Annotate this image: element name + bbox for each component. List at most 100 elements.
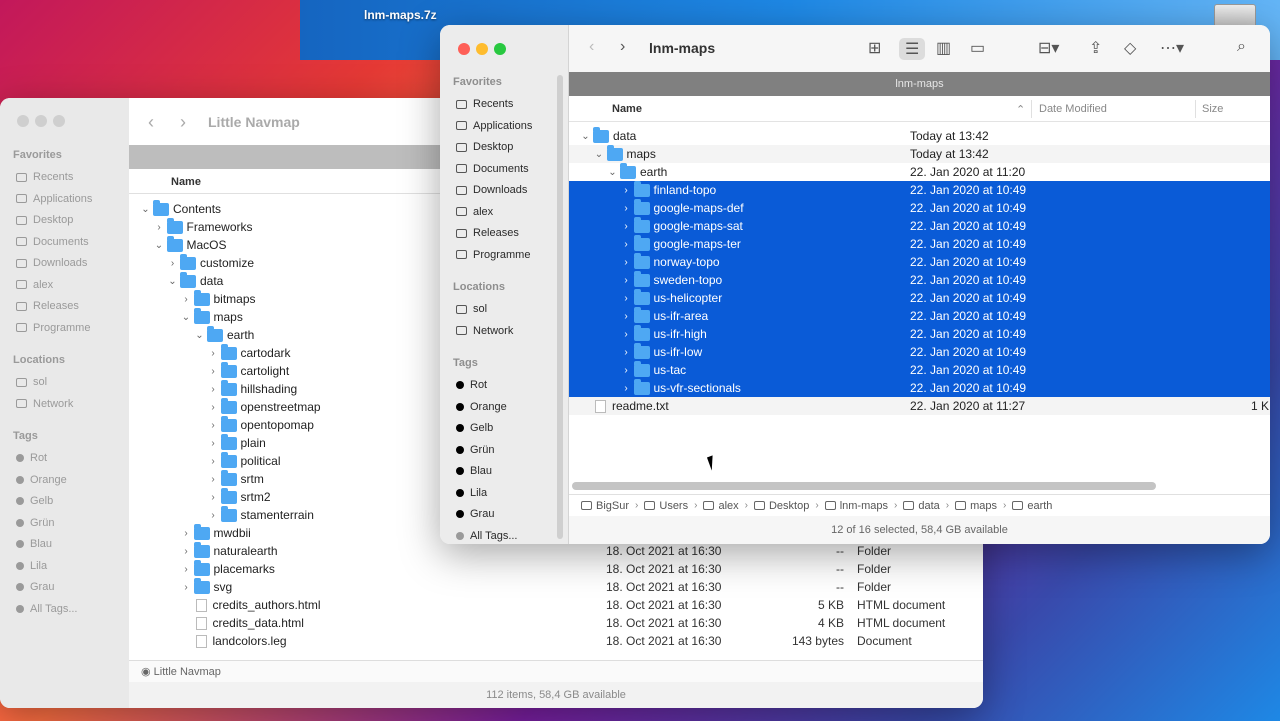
list-item[interactable]: › bitmaps: [182, 289, 256, 308]
list-item[interactable]: › us-helicopter 22. Jan 2020 at 10:49: [569, 288, 1270, 307]
chevron-right-icon[interactable]: ›: [622, 185, 631, 196]
list-item[interactable]: › svg: [182, 577, 232, 596]
sidebar-item[interactable]: Grau: [456, 508, 494, 520]
chevron-right-icon[interactable]: ›: [622, 203, 631, 214]
sidebar-item[interactable]: alex: [16, 279, 53, 291]
list-item[interactable]: › finland-topo 22. Jan 2020 at 10:49: [569, 180, 1270, 199]
chevron-right-icon[interactable]: ›: [209, 492, 218, 503]
list-item[interactable]: ⌄ MacOS: [155, 235, 227, 254]
sidebar-item[interactable]: Orange: [456, 401, 507, 413]
back-nav-icon[interactable]: ‹: [148, 112, 154, 133]
sidebar-item[interactable]: Grün: [456, 444, 494, 456]
zoom-button-back[interactable]: [53, 115, 65, 127]
chevron-right-icon[interactable]: ›: [209, 348, 218, 359]
chevron-right-icon[interactable]: ›: [182, 582, 191, 593]
sidebar-item[interactable]: Orange: [16, 474, 67, 486]
column-size[interactable]: Size: [1202, 103, 1223, 115]
list-item[interactable]: › srtm: [209, 469, 264, 488]
sidebar-item[interactable]: Rot: [16, 452, 47, 464]
chevron-right-icon[interactable]: ›: [622, 221, 631, 232]
more-actions-icon[interactable]: ⋯▾: [1160, 38, 1184, 58]
icon-view-icon[interactable]: ⊞: [868, 38, 881, 58]
list-item[interactable]: › customize: [168, 253, 254, 272]
chevron-down-icon[interactable]: ⌄: [608, 167, 617, 178]
list-item[interactable]: ⌄ data Today at 13:42: [569, 126, 1270, 145]
desktop-file-label[interactable]: lnm-maps.7z: [364, 8, 437, 22]
sort-chevron-icon[interactable]: ⌃: [1016, 103, 1025, 116]
list-item[interactable]: › us-ifr-low 22. Jan 2020 at 10:49: [569, 342, 1270, 361]
close-button-back[interactable]: [17, 115, 29, 127]
sidebar-item[interactable]: Recents: [456, 98, 513, 110]
sidebar-item[interactable]: All Tags...: [16, 603, 78, 615]
list-item[interactable]: ⌄ earth: [195, 325, 254, 344]
back-nav-icon[interactable]: ‹: [589, 38, 594, 56]
sidebar-item[interactable]: Rot: [456, 379, 487, 391]
list-view-icon[interactable]: ☰: [899, 38, 926, 60]
chevron-right-icon[interactable]: ›: [622, 239, 631, 250]
sidebar-item[interactable]: Downloads: [456, 184, 527, 196]
list-item[interactable]: › google-maps-sat 22. Jan 2020 at 10:49: [569, 216, 1270, 235]
tab-lnm-maps[interactable]: lnm-maps: [569, 72, 1270, 96]
sidebar-item[interactable]: Releases: [456, 227, 519, 239]
path-item[interactable]: Users: [644, 500, 688, 512]
chevron-right-icon[interactable]: ›: [168, 258, 177, 269]
chevron-right-icon[interactable]: ›: [622, 329, 631, 340]
list-item[interactable]: › plain: [209, 433, 266, 452]
sidebar-item[interactable]: Documents: [456, 163, 529, 175]
list-item[interactable]: credits_authors.html: [182, 596, 321, 614]
chevron-right-icon[interactable]: ›: [622, 293, 631, 304]
path-item[interactable]: Desktop: [753, 500, 809, 512]
column-name[interactable]: Name: [171, 176, 201, 188]
sidebar-item[interactable]: Programme: [16, 322, 90, 334]
sidebar-item[interactable]: Lila: [16, 560, 47, 572]
sidebar-item[interactable]: Blau: [16, 538, 52, 550]
list-item[interactable]: › political: [209, 451, 281, 470]
chevron-right-icon[interactable]: ›: [209, 438, 218, 449]
chevron-right-icon[interactable]: ›: [209, 420, 218, 431]
path-item[interactable]: data: [903, 500, 940, 512]
minimize-button[interactable]: [476, 43, 488, 55]
chevron-down-icon[interactable]: ⌄: [182, 312, 191, 323]
forward-nav-icon[interactable]: ›: [180, 112, 186, 133]
chevron-down-icon[interactable]: ⌄: [141, 204, 150, 215]
list-item[interactable]: › us-ifr-high 22. Jan 2020 at 10:49: [569, 324, 1270, 343]
list-item[interactable]: › Frameworks: [155, 217, 253, 236]
tag-icon[interactable]: ◇: [1124, 38, 1136, 58]
list-item[interactable]: credits_data.html: [182, 614, 304, 632]
list-item[interactable]: › cartodark: [209, 343, 291, 362]
share-icon[interactable]: ⇪: [1089, 38, 1102, 58]
list-item[interactable]: › google-maps-ter 22. Jan 2020 at 10:49: [569, 234, 1270, 253]
chevron-right-icon[interactable]: ›: [622, 311, 631, 322]
path-item[interactable]: maps: [955, 500, 997, 512]
list-item[interactable]: › opentopomap: [209, 415, 314, 434]
list-item[interactable]: › placemarks: [182, 559, 275, 578]
chevron-right-icon[interactable]: ›: [182, 546, 191, 557]
list-item[interactable]: › us-ifr-area 22. Jan 2020 at 10:49: [569, 306, 1270, 325]
path-item[interactable]: earth: [1012, 500, 1052, 512]
list-item[interactable]: › us-tac 22. Jan 2020 at 10:49: [569, 360, 1270, 379]
list-item[interactable]: › openstreetmap: [209, 397, 321, 416]
chevron-right-icon[interactable]: ›: [182, 564, 191, 575]
path-item[interactable]: BigSur: [581, 500, 629, 512]
finder-window-front[interactable]: Favorites Recents Applications Desktop Docum…: [440, 25, 1270, 544]
sidebar-item[interactable]: Grau: [16, 581, 54, 593]
chevron-right-icon[interactable]: ›: [155, 222, 164, 233]
chevron-right-icon[interactable]: ›: [622, 275, 631, 286]
list-item[interactable]: ⌄ earth 22. Jan 2020 at 11:20: [569, 162, 1270, 181]
sidebar-item[interactable]: Desktop: [16, 214, 73, 226]
sidebar-item[interactable]: sol: [456, 303, 487, 315]
list-item[interactable]: › sweden-topo 22. Jan 2020 at 10:49: [569, 270, 1270, 289]
chevron-right-icon[interactable]: ›: [622, 347, 631, 358]
chevron-right-icon[interactable]: ›: [209, 366, 218, 377]
chevron-right-icon[interactable]: ›: [182, 528, 191, 539]
column-divider[interactable]: [1031, 100, 1032, 118]
file-list[interactable]: ⌄ data Today at 13:42 ⌄ maps Today at 13:42 ⌄ e…: [569, 122, 1270, 478]
column-view-icon[interactable]: ▥: [936, 38, 951, 58]
list-item[interactable]: › naturalearth: [182, 541, 278, 560]
chevron-right-icon[interactable]: ›: [622, 383, 631, 394]
sidebar-item[interactable]: Releases: [16, 300, 79, 312]
column-date-modified[interactable]: Date Modified: [1039, 103, 1107, 115]
forward-nav-icon[interactable]: ›: [620, 38, 625, 56]
chevron-right-icon[interactable]: ›: [209, 474, 218, 485]
zoom-button[interactable]: [494, 43, 506, 55]
